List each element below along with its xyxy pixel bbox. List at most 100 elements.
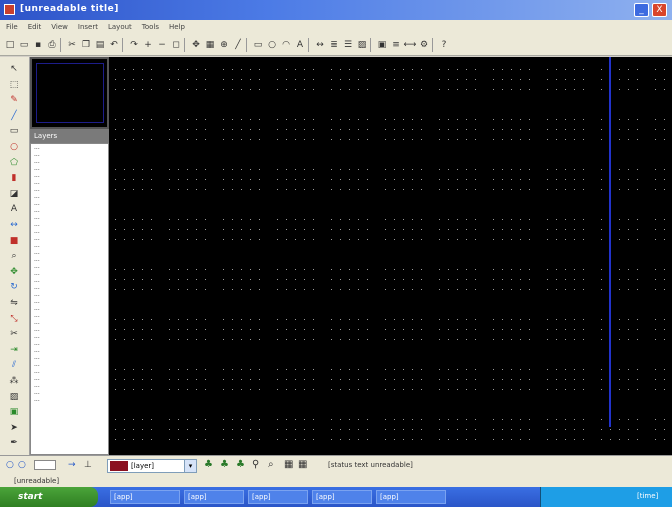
rect-icon[interactable]: ▭: [252, 38, 264, 52]
block-icon[interactable]: ▣: [8, 406, 20, 418]
layer-list[interactable]: ........................................…: [30, 143, 109, 455]
snap-toggle-icon[interactable]: ⊥: [84, 460, 92, 470]
layer-list-item[interactable]: ...: [31, 375, 108, 382]
layer-list-item[interactable]: ...: [31, 333, 108, 340]
menu-insert[interactable]: Insert: [78, 23, 98, 31]
layer-list-item[interactable]: ...: [31, 151, 108, 158]
start-button[interactable]: start: [0, 487, 98, 507]
rect-icon[interactable]: ▭: [8, 125, 20, 137]
open-icon[interactable]: ▭: [18, 38, 30, 52]
tree-icon[interactable]: ♣: [220, 459, 229, 470]
dimension-icon[interactable]: ↔: [8, 219, 20, 231]
circle-tool-icon[interactable]: ○: [6, 460, 14, 470]
save-icon[interactable]: ▪: [32, 38, 44, 52]
menu-edit[interactable]: Edit: [28, 23, 42, 31]
layer-icon[interactable]: ≣: [328, 38, 340, 52]
polygon-icon[interactable]: ⬠: [8, 157, 20, 169]
dimension-icon[interactable]: ↔: [314, 38, 326, 52]
layer-list-item[interactable]: ...: [31, 179, 108, 186]
layer-list-item[interactable]: ...: [31, 242, 108, 249]
zoom-icon[interactable]: ⌕: [268, 459, 274, 470]
snap-icon[interactable]: ⊕: [218, 38, 230, 52]
layer-list-item[interactable]: ...: [31, 354, 108, 361]
scale-icon[interactable]: ⤡: [8, 313, 20, 325]
hatch-icon[interactable]: ▨: [356, 38, 368, 52]
zoom-out-icon[interactable]: −: [156, 38, 168, 52]
tree-icon[interactable]: ♣: [236, 459, 245, 470]
arc-icon[interactable]: ◠: [280, 38, 292, 52]
tree-icon[interactable]: ♣: [204, 459, 213, 470]
pen-icon[interactable]: ✒: [8, 437, 20, 449]
align-icon[interactable]: ≡: [390, 38, 402, 52]
move-icon[interactable]: ✥: [8, 266, 20, 278]
measure-icon[interactable]: ⟷: [404, 38, 417, 52]
layer-list-item[interactable]: ...: [31, 277, 108, 284]
redo-icon[interactable]: ↷: [128, 38, 140, 52]
layer-list-item[interactable]: ...: [31, 158, 108, 165]
chevron-down-icon[interactable]: ▾: [184, 460, 196, 472]
layer-list-item[interactable]: ...: [31, 207, 108, 214]
pin-icon[interactable]: ⚲: [252, 459, 259, 470]
pointer-icon[interactable]: ↖: [8, 63, 20, 75]
layer-list-item[interactable]: ...: [31, 200, 108, 207]
paste-icon[interactable]: ▤: [94, 38, 106, 52]
layer-list-item[interactable]: ...: [31, 263, 108, 270]
help-icon[interactable]: ?: [438, 38, 450, 52]
layer-list-item[interactable]: ...: [31, 214, 108, 221]
layer-list-item[interactable]: ...: [31, 172, 108, 179]
zoom-icon[interactable]: ⌕: [8, 250, 20, 262]
circle-icon[interactable]: ○: [8, 141, 20, 153]
layer-list-item[interactable]: ...: [31, 144, 108, 151]
layer-list-item[interactable]: ...: [31, 389, 108, 396]
layer-list-item[interactable]: ...: [31, 235, 108, 242]
mirror-icon[interactable]: ⇋: [8, 297, 20, 309]
layer-list-item[interactable]: ...: [31, 298, 108, 305]
layer-list-item[interactable]: ...: [31, 319, 108, 326]
copy-icon[interactable]: ❐: [80, 38, 92, 52]
layer-list-item[interactable]: ...: [31, 186, 108, 193]
taskbar-app[interactable]: [app]: [184, 490, 244, 504]
taskbar-app[interactable]: [app]: [110, 490, 180, 504]
overview-panel[interactable]: [30, 57, 109, 129]
color-box[interactable]: [34, 460, 56, 470]
color-icon[interactable]: ■: [8, 235, 20, 247]
layer-list-item[interactable]: ...: [31, 221, 108, 228]
layer-list-item[interactable]: ...: [31, 347, 108, 354]
menu-tools[interactable]: Tools: [142, 23, 159, 31]
eraser-icon[interactable]: ◪: [8, 188, 20, 200]
layer-list-item[interactable]: ...: [31, 256, 108, 263]
hatch-icon[interactable]: ▨: [8, 391, 20, 403]
layer-list-item[interactable]: ...: [31, 368, 108, 375]
layer-list-item[interactable]: ...: [31, 312, 108, 319]
layer-select[interactable]: [layer] ▾: [107, 459, 197, 473]
trim-icon[interactable]: ✂: [8, 328, 20, 340]
layer-list-item[interactable]: ...: [31, 165, 108, 172]
layer-list-item[interactable]: ...: [31, 361, 108, 368]
pencil-icon[interactable]: ✎: [8, 94, 20, 106]
grid-icon[interactable]: ▦: [284, 459, 293, 470]
line-icon[interactable]: ╱: [8, 110, 20, 122]
array-icon[interactable]: ⁂: [8, 375, 20, 387]
settings-icon[interactable]: ⚙: [418, 38, 430, 52]
close-button[interactable]: X: [652, 3, 667, 17]
new-icon[interactable]: □: [4, 38, 16, 52]
drawing-canvas[interactable]: [109, 57, 672, 455]
circle-icon[interactable]: ○: [266, 38, 278, 52]
layer-list-item[interactable]: ...: [31, 270, 108, 277]
layer-list-item[interactable]: ...: [31, 193, 108, 200]
taskbar-app[interactable]: [app]: [248, 490, 308, 504]
taskbar-app[interactable]: [app]: [312, 490, 372, 504]
block-icon[interactable]: ▣: [376, 38, 388, 52]
layer-list-item[interactable]: ...: [31, 396, 108, 403]
select-icon[interactable]: ⬚: [8, 79, 20, 91]
line-icon[interactable]: ╱: [232, 38, 244, 52]
fill-icon[interactable]: ▮: [8, 172, 20, 184]
layer-list-item[interactable]: ...: [31, 249, 108, 256]
offset-icon[interactable]: ⫽: [8, 359, 20, 371]
circle-tool-icon[interactable]: ○: [18, 460, 26, 470]
undo-icon[interactable]: ↶: [108, 38, 120, 52]
minimize-button[interactable]: _: [634, 3, 649, 17]
layer-list-item[interactable]: ...: [31, 340, 108, 347]
layer-list-item[interactable]: ...: [31, 382, 108, 389]
grid-icon[interactable]: ▦: [298, 459, 307, 470]
